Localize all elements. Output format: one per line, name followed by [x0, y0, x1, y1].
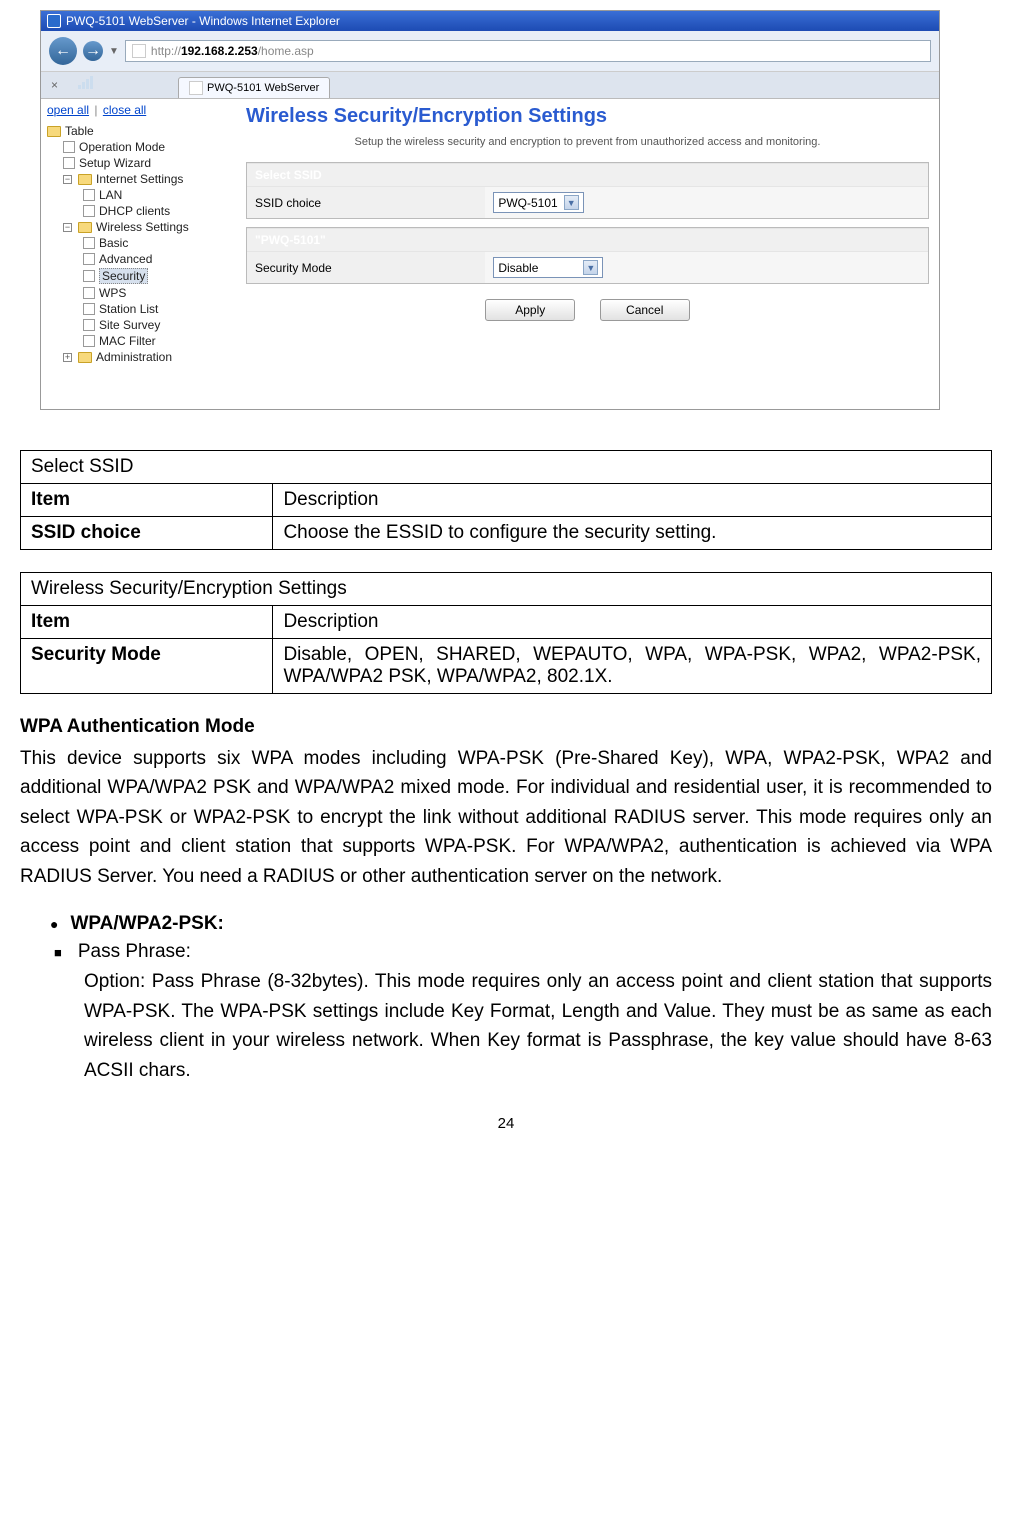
ssid-choice-label: SSID choice [247, 186, 485, 218]
tree-item-setup[interactable]: Setup Wizard [47, 155, 230, 171]
dropdown-icon[interactable]: ▼ [109, 46, 119, 57]
page-number: 24 [20, 1115, 992, 1132]
apply-button[interactable]: Apply [485, 299, 575, 321]
tree-item-lan[interactable]: LAN [47, 187, 230, 203]
browser-window: PWQ-5101 WebServer - Windows Internet Ex… [40, 10, 940, 410]
page-icon [83, 270, 95, 282]
divider: | [94, 103, 97, 117]
page-subtitle: Setup the wireless security and encrypti… [246, 136, 929, 148]
doc-th-item: Item [21, 484, 273, 517]
ssid-table: Select SSID SSID choice PWQ-5101 ▼ [246, 162, 929, 219]
sub-paragraph: Option: Pass Phrase (8-32bytes). This mo… [84, 967, 992, 1085]
doc-td-item: Security Mode [21, 639, 273, 694]
tree-item-survey[interactable]: Site Survey [47, 317, 230, 333]
tree-item-advanced[interactable]: Advanced [47, 251, 230, 267]
sec-mode-select[interactable]: Disable ▼ [493, 257, 603, 278]
page-icon [63, 141, 75, 153]
doc-td-item: SSID choice [21, 517, 273, 550]
page-icon [132, 44, 146, 58]
chevron-down-icon: ▼ [564, 195, 579, 210]
body-paragraph: This device supports six WPA modes inclu… [20, 744, 992, 891]
tree-item-station[interactable]: Station List [47, 301, 230, 317]
back-button[interactable]: ← [49, 37, 77, 65]
page-icon [63, 157, 75, 169]
close-icon[interactable]: × [47, 78, 62, 92]
collapse-icon[interactable]: − [63, 175, 72, 184]
tab-favicon [189, 81, 203, 95]
tree-item-opmode[interactable]: Operation Mode [47, 139, 230, 155]
tree-item-wireless[interactable]: − Wireless Settings [47, 219, 230, 235]
ssid-header: Select SSID [247, 163, 928, 186]
ssid-select[interactable]: PWQ-5101 ▼ [493, 192, 583, 213]
tree-item-internet[interactable]: − Internet Settings [47, 171, 230, 187]
tree-item-mac[interactable]: MAC Filter [47, 333, 230, 349]
page-title: Wireless Security/Encryption Settings [246, 105, 929, 128]
folder-icon [47, 126, 61, 137]
tab-active[interactable]: PWQ-5101 WebServer [178, 77, 330, 98]
page-icon [83, 189, 95, 201]
open-all-link[interactable]: open all [47, 103, 89, 117]
section-heading: WPA Authentication Mode [20, 716, 992, 738]
chevron-down-icon: ▼ [583, 260, 598, 275]
folder-icon [78, 222, 92, 233]
page-icon [83, 253, 95, 265]
doc-table-ssid: Select SSID Item Description SSID choice… [20, 450, 992, 550]
tree-item-dhcp[interactable]: DHCP clients [47, 203, 230, 219]
tab-label: PWQ-5101 WebServer [207, 82, 319, 94]
folder-icon [78, 352, 92, 363]
tree-item-basic[interactable]: Basic [47, 235, 230, 251]
close-all-link[interactable]: close all [103, 103, 146, 117]
nav-bar: ← → ▼ http://192.168.2.253/home.asp [41, 31, 939, 72]
title-bar: PWQ-5101 WebServer - Windows Internet Ex… [41, 11, 939, 31]
cancel-button[interactable]: Cancel [600, 299, 690, 321]
signal-icon [78, 76, 94, 94]
window-title: PWQ-5101 WebServer - Windows Internet Ex… [66, 14, 340, 28]
doc-table-title: Select SSID [21, 451, 992, 484]
list-item: WPA/WPA2-PSK: [50, 913, 992, 935]
doc-table-title: Wireless Security/Encryption Settings [21, 573, 992, 606]
main-panel: Wireless Security/Encryption Settings Se… [236, 99, 939, 409]
ie-icon [47, 14, 61, 28]
security-table: "PWQ-5101" Security Mode Disable ▼ [246, 227, 929, 284]
page-icon [83, 237, 95, 249]
doc-td-desc: Choose the ESSID to configure the securi… [273, 517, 992, 550]
folder-icon [78, 174, 92, 185]
bullet-list-dot: WPA/WPA2-PSK: [20, 913, 992, 935]
doc-th-item: Item [21, 606, 273, 639]
sidebar: open all | close all Table Operation Mod… [41, 99, 236, 409]
sec-mode-label: Security Mode [247, 251, 485, 283]
tree-item-wps[interactable]: WPS [47, 285, 230, 301]
nav-tree: Table Operation Mode Setup Wizard − Inte… [47, 123, 230, 365]
page-icon [83, 335, 95, 347]
doc-table-security: Wireless Security/Encryption Settings It… [20, 572, 992, 694]
doc-td-desc: Disable, OPEN, SHARED, WEPAUTO, WPA, WPA… [273, 639, 992, 694]
collapse-icon[interactable]: − [63, 223, 72, 232]
sec-mode-value: Disable [498, 261, 577, 275]
page-icon [83, 205, 95, 217]
url-bar[interactable]: http://192.168.2.253/home.asp [125, 40, 931, 62]
page-icon [83, 287, 95, 299]
page-icon [83, 303, 95, 315]
bullet-list-square: Pass Phrase: [20, 941, 992, 963]
forward-button[interactable]: → [83, 41, 103, 61]
doc-th-desc: Description [273, 606, 992, 639]
ssid-section-header: "PWQ-5101" [247, 228, 928, 251]
doc-th-desc: Description [273, 484, 992, 517]
tree-item-admin[interactable]: + Administration [47, 349, 230, 365]
url-text: http://192.168.2.253/home.asp [151, 44, 314, 58]
tab-strip: × PWQ-5101 WebServer [41, 72, 939, 99]
expand-icon[interactable]: + [63, 353, 72, 362]
tree-item-security[interactable]: Security [47, 267, 230, 285]
ssid-value: PWQ-5101 [498, 196, 557, 210]
page-icon [83, 319, 95, 331]
tree-root[interactable]: Table [47, 123, 230, 139]
list-item: Pass Phrase: [54, 941, 992, 963]
